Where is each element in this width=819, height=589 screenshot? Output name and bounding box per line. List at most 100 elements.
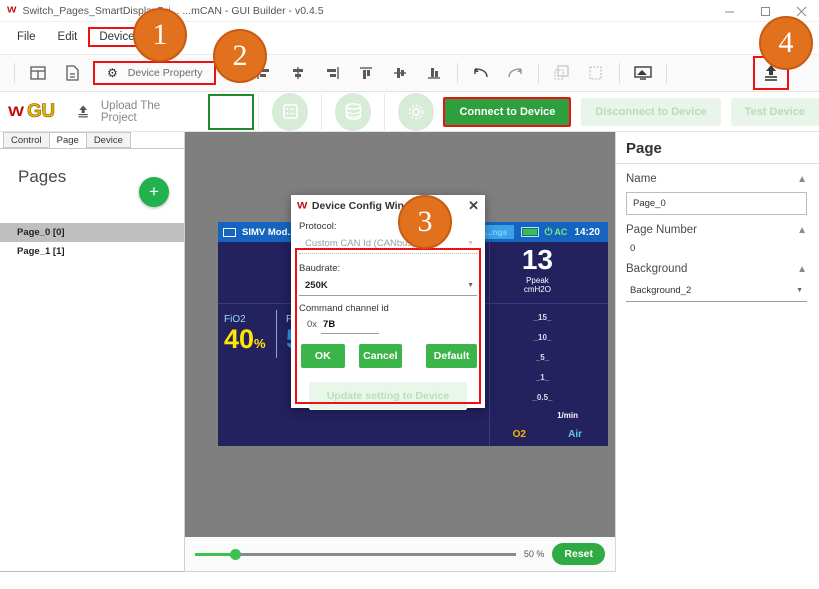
- undo-icon[interactable]: [464, 58, 498, 88]
- app-logo-icon: W: [7, 5, 17, 16]
- database-icon[interactable]: [335, 92, 372, 131]
- property-section-page-number[interactable]: Page Number ▲: [616, 215, 819, 241]
- menu-item-file[interactable]: File: [6, 27, 47, 47]
- add-page-button[interactable]: +: [139, 177, 169, 207]
- chevron-down-icon[interactable]: ▼: [467, 282, 474, 289]
- command-channel-field[interactable]: 0x 7B: [299, 317, 477, 334]
- align-right-icon[interactable]: [315, 58, 349, 88]
- left-panel-tabs: Control Page Device: [0, 132, 184, 149]
- paste-icon[interactable]: [579, 58, 613, 88]
- gear-icon: ⚙: [107, 66, 118, 80]
- zoom-slider-handle[interactable]: [230, 548, 242, 560]
- upload-project-button[interactable]: Upload The Project: [69, 100, 202, 124]
- brand-w-icon: W: [8, 103, 24, 119]
- annotation-marker-2: 2: [213, 29, 267, 83]
- pages-list: Page_0 [0] Page_1 [1]: [0, 223, 184, 261]
- list-item[interactable]: Page_1 [1]: [0, 242, 184, 261]
- ok-button[interactable]: OK: [301, 344, 345, 368]
- ppeak-unit: cmH2O: [523, 285, 551, 294]
- screen-icon: [223, 227, 236, 237]
- chevron-up-icon[interactable]: ▲: [797, 225, 807, 236]
- fio2-value: 40: [224, 324, 255, 354]
- zoom-bar: 50 % Reset: [185, 537, 615, 572]
- align-top-icon[interactable]: [349, 58, 383, 88]
- device-property-label: Device Property: [127, 67, 203, 79]
- menu-item-edit[interactable]: Edit: [47, 27, 89, 47]
- background-select[interactable]: Background_2 ▼: [626, 282, 807, 302]
- redo-icon[interactable]: [498, 58, 532, 88]
- baudrate-select[interactable]: 250K ▼: [299, 277, 477, 296]
- new-page-icon[interactable]: [55, 58, 89, 88]
- dialog-title-bar: W Device Config Window ✕: [291, 195, 485, 217]
- page-number-section-label: Page Number: [626, 224, 697, 236]
- command-channel-input[interactable]: 7B: [321, 317, 380, 334]
- list-icon[interactable]: [271, 92, 309, 131]
- update-row: Update setting to Device: [299, 382, 477, 410]
- command-channel-label: Command channel id: [299, 303, 389, 314]
- device-property-button[interactable]: ⚙ Device Property: [93, 61, 217, 85]
- reset-zoom-button[interactable]: Reset: [552, 543, 605, 565]
- hex-prefix-label: 0x: [307, 319, 318, 330]
- tab-device[interactable]: Device: [85, 132, 131, 148]
- zoom-slider[interactable]: [195, 548, 516, 560]
- toolbar-divider: [321, 93, 323, 130]
- name-section-label: Name: [626, 173, 657, 185]
- settings-gear-icon[interactable]: [398, 92, 435, 131]
- tab-page[interactable]: Page: [48, 132, 87, 148]
- title-bar: W Switch_Pages_SmartDisplay7vi... ...mCA…: [0, 0, 819, 22]
- default-button[interactable]: Default: [426, 344, 477, 368]
- layout-grid-icon[interactable]: [21, 58, 55, 88]
- fio2-readout: FiO2 40%: [224, 314, 266, 353]
- protocol-value: Custom CAN Id (CANbus): [305, 238, 416, 249]
- dialog-buttons: OK Cancel Default: [299, 344, 477, 368]
- toolbar-secondary: W GU Upload The Project Connect to Devic…: [0, 92, 819, 132]
- property-section-background[interactable]: Background ▲: [616, 254, 819, 280]
- scale-tick: _5_: [535, 353, 550, 362]
- toolbar-primary: ⚙ Device Property: [0, 54, 819, 92]
- page-number-value: 0: [630, 243, 636, 254]
- copy-icon[interactable]: [545, 58, 579, 88]
- scale-tick: _15_: [533, 313, 552, 322]
- close-icon[interactable]: ✕: [468, 198, 479, 214]
- align-bottom-icon[interactable]: [417, 58, 451, 88]
- page-name-input[interactable]: Page_0: [626, 192, 807, 215]
- page-title: Page: [616, 132, 819, 164]
- annotation-marker-1: 1: [133, 8, 187, 62]
- chevron-down-icon[interactable]: ▼: [796, 287, 803, 294]
- annotation-marker-3: 3: [398, 195, 452, 249]
- gui-builder-window: W Switch_Pages_SmartDisplay7vi... ...mCA…: [0, 0, 819, 589]
- brand-logo: W GU: [8, 100, 56, 123]
- toolbar-divider: [538, 63, 540, 83]
- align-center-horizontal-icon[interactable]: [281, 58, 315, 88]
- scale-tick: _10_: [533, 333, 552, 342]
- tab-control[interactable]: Control: [3, 132, 50, 148]
- highlighted-slot[interactable]: [208, 93, 254, 130]
- property-section-name[interactable]: Name ▲: [616, 164, 819, 190]
- preview-monitor-icon[interactable]: [626, 58, 660, 88]
- menu-bar: File Edit Device ...ator: [0, 22, 819, 52]
- window-controls: [711, 0, 819, 22]
- annotation-marker-4: 4: [759, 16, 813, 70]
- upload-project-label: Upload The Project: [100, 99, 161, 124]
- chevron-up-icon[interactable]: ▲: [797, 264, 807, 275]
- cancel-button[interactable]: Cancel: [358, 344, 403, 368]
- scale-tick: _0.5_: [532, 393, 553, 402]
- minimize-icon[interactable]: [711, 0, 747, 22]
- divider: [276, 310, 277, 358]
- toolbar-divider: [257, 93, 259, 130]
- list-item[interactable]: Page_0 [0]: [0, 223, 184, 242]
- ppeak-label: Ppeak: [526, 276, 549, 285]
- properties-panel: Page Name ▲ Page_0 Page Number ▲ 0 Backg…: [615, 132, 819, 572]
- background-selected-value: Background_2: [630, 285, 692, 296]
- align-center-vertical-icon[interactable]: [383, 58, 417, 88]
- update-setting-to-device-button: Update setting to Device: [309, 382, 467, 410]
- chevron-up-icon[interactable]: ▲: [797, 174, 807, 185]
- brand-gu-label: GU: [27, 100, 56, 122]
- scale-tick: _1_: [535, 373, 550, 382]
- air-label: Air: [568, 429, 582, 440]
- connect-to-device-button[interactable]: Connect to Device: [443, 96, 572, 127]
- dialog-body: Protocol: Custom CAN Id (CANbus) ▼ Baudr…: [291, 217, 485, 410]
- toolbar-divider: [619, 63, 621, 83]
- plug-icon: ⏻: [544, 226, 553, 238]
- test-device-button: Test Device: [730, 97, 819, 126]
